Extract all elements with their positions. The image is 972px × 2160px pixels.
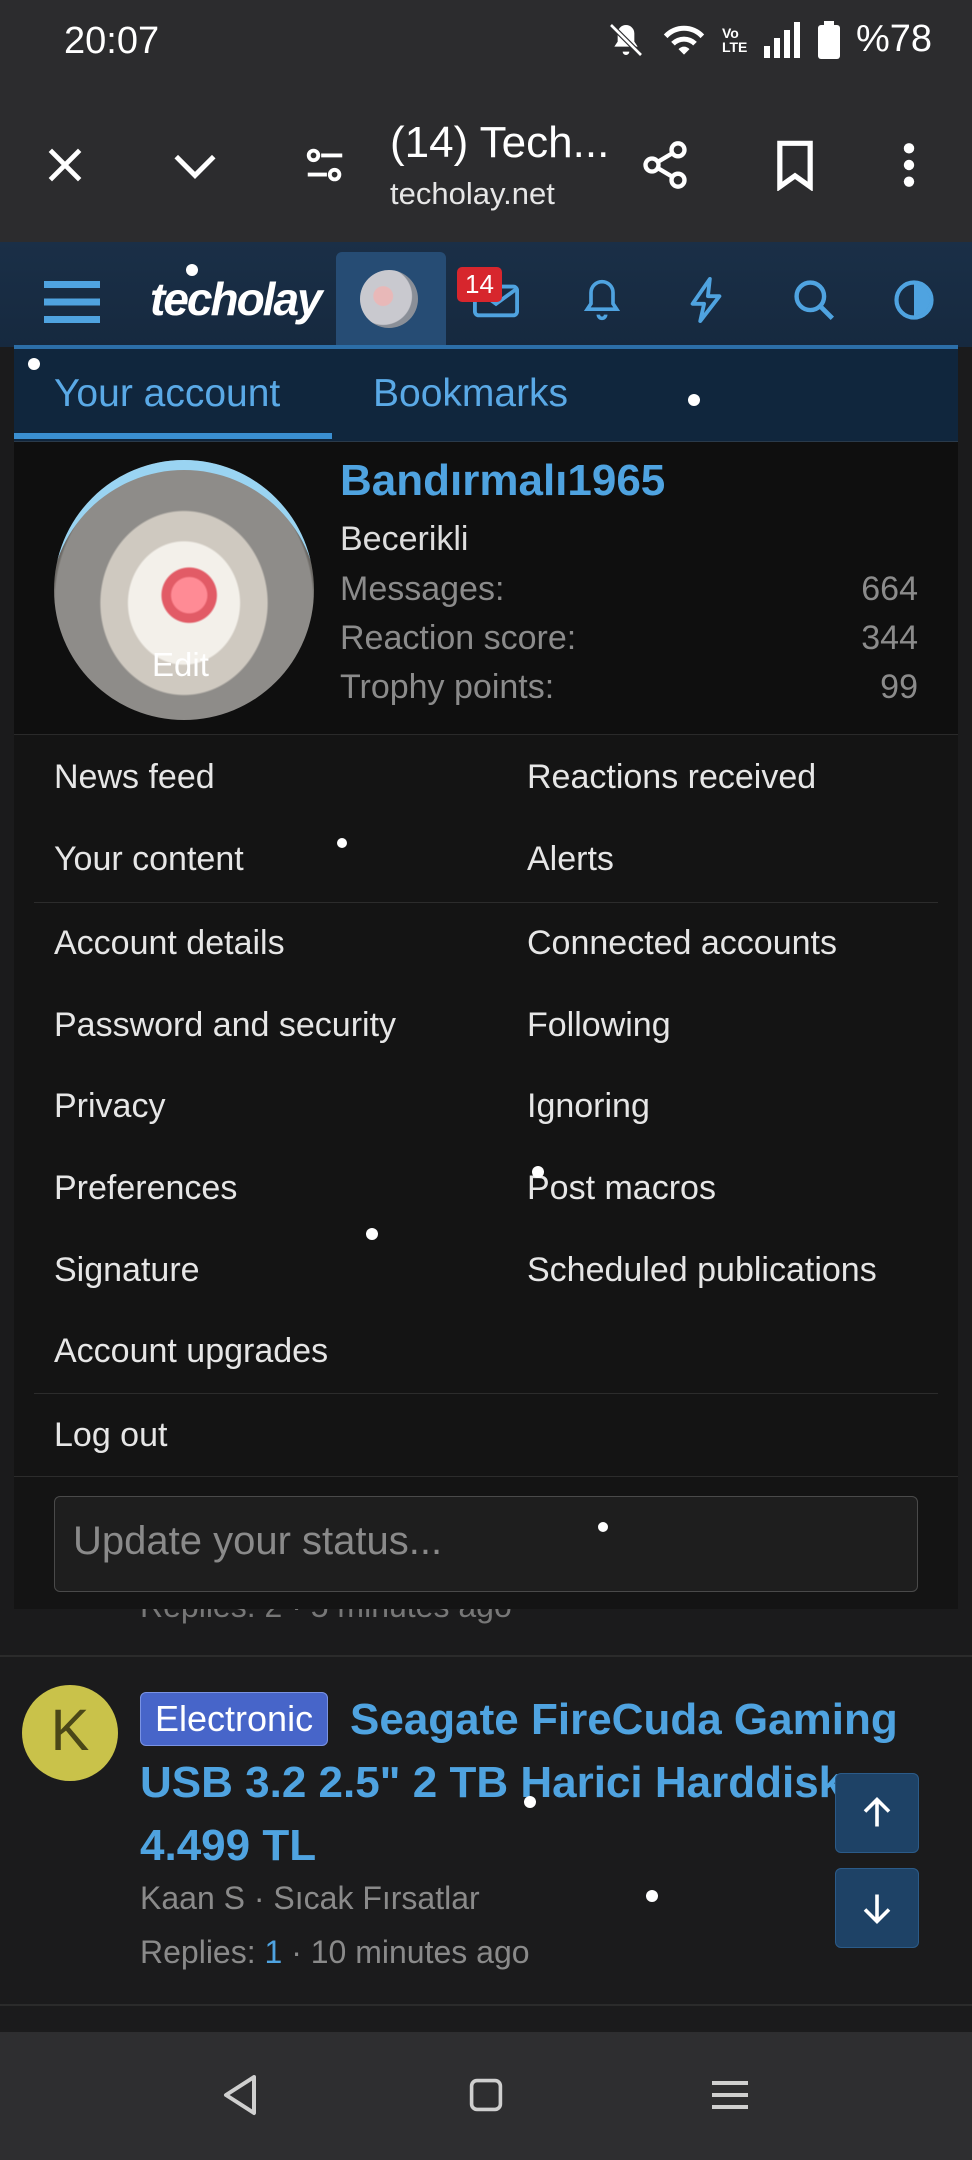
divider <box>34 1393 938 1394</box>
chevron-down-icon[interactable] <box>160 130 230 200</box>
mute-bell-icon <box>609 22 643 57</box>
snow-decoration <box>337 838 347 848</box>
scroll-to-top-button[interactable] <box>835 1773 919 1853</box>
menu-item-account-upgrades[interactable]: Account upgrades <box>54 1332 328 1371</box>
theme-toggle-icon[interactable] <box>886 272 942 328</box>
site-logo[interactable]: techolay <box>150 272 323 326</box>
stat-value: 344 <box>861 619 918 657</box>
replies-count[interactable]: 1 <box>265 1934 283 1970</box>
snow-decoration <box>532 1166 544 1178</box>
stat-label: Trophy points: <box>340 668 555 706</box>
thread-replies-meta: Replies: 1 · 10 minutes ago <box>140 1934 530 1971</box>
stat-label: Messages: <box>340 570 505 608</box>
status-placeholder: Update your status... <box>73 1519 443 1563</box>
bookmark-icon[interactable] <box>760 130 830 200</box>
menu-item-signature[interactable]: Signature <box>54 1251 200 1290</box>
avatar[interactable] <box>360 270 418 328</box>
arrow-up-icon <box>863 1796 891 1827</box>
menu-item-reactions-received[interactable]: Reactions received <box>527 758 816 797</box>
site-settings-icon[interactable] <box>290 130 360 200</box>
back-icon[interactable] <box>210 2070 270 2120</box>
network-type: Vo LTE <box>721 24 748 55</box>
logout-link[interactable]: Log out <box>54 1416 167 1455</box>
avatar-letter: K <box>50 1698 90 1763</box>
hamburger-menu-icon[interactable] <box>44 274 100 330</box>
menu-item-post-macros[interactable]: Post macros <box>527 1169 716 1208</box>
thread-author-avatar[interactable]: K <box>22 1685 118 1781</box>
status-indicators: Vo LTE %78 <box>606 18 932 61</box>
menu-item-account-details[interactable]: Account details <box>54 924 285 963</box>
menu-item-alerts[interactable]: Alerts <box>527 840 614 879</box>
url-text[interactable]: techolay.net <box>390 176 555 212</box>
menu-item-following[interactable]: Following <box>527 1006 671 1045</box>
active-tab-indicator <box>14 433 332 439</box>
menu-item-password-security[interactable]: Password and security <box>54 1006 396 1045</box>
close-tab-icon[interactable] <box>30 130 100 200</box>
menu-item-ignoring[interactable]: Ignoring <box>527 1087 650 1126</box>
divider <box>0 1655 972 1657</box>
snow-decoration <box>28 358 40 370</box>
thread-author-forum[interactable]: Kaan S · Sıcak Fırsatlar <box>140 1880 480 1917</box>
battery-level: %78 <box>855 18 932 60</box>
tab-your-account[interactable]: Your account <box>54 372 280 416</box>
status-update-input[interactable]: Update your status... <box>54 1496 918 1592</box>
snow-decoration <box>646 1890 658 1902</box>
user-title: Becerikli <box>340 520 469 558</box>
thread-time: · 10 minutes ago <box>291 1934 530 1970</box>
snow-decoration <box>598 1522 608 1532</box>
snow-decoration <box>366 1228 378 1240</box>
stat-label: Reaction score: <box>340 619 577 657</box>
whats-new-bolt-icon[interactable] <box>678 272 734 328</box>
battery-icon <box>817 20 840 59</box>
arrow-down-icon <box>863 1894 891 1925</box>
signal-icon <box>763 21 800 58</box>
profile-username[interactable]: Bandırmalı1965 <box>340 456 665 506</box>
avatar-edit-link[interactable]: Edit <box>152 646 209 684</box>
stat-value: 664 <box>861 570 918 608</box>
snow-decoration <box>688 394 700 406</box>
divider <box>0 2004 972 2006</box>
thread-prefix-tag[interactable]: Electronic <box>140 1692 329 1746</box>
scroll-to-bottom-button[interactable] <box>835 1868 919 1948</box>
menu-item-preferences[interactable]: Preferences <box>54 1169 237 1208</box>
inbox-badge: 14 <box>457 267 502 302</box>
snow-decoration <box>186 264 198 276</box>
tab-bookmarks[interactable]: Bookmarks <box>373 372 568 416</box>
home-icon[interactable] <box>456 2070 516 2120</box>
status-time: 20:07 <box>64 20 160 62</box>
divider <box>14 1476 958 1477</box>
recents-menu-icon[interactable] <box>700 2070 760 2120</box>
alerts-bell-icon[interactable] <box>574 272 630 328</box>
search-icon[interactable] <box>786 272 842 328</box>
menu-item-privacy[interactable]: Privacy <box>54 1087 165 1126</box>
menu-item-connected-accounts[interactable]: Connected accounts <box>527 924 837 963</box>
more-options-icon[interactable] <box>874 130 944 200</box>
snow-decoration <box>524 1796 536 1808</box>
divider <box>34 902 938 903</box>
replies-label: Replies: <box>140 1934 256 1970</box>
menu-item-scheduled-publications[interactable]: Scheduled publications <box>527 1251 877 1290</box>
wifi-icon <box>663 25 705 55</box>
share-icon[interactable] <box>630 130 700 200</box>
tab-title[interactable]: (14) Tech... <box>390 118 609 168</box>
menu-item-your-content[interactable]: Your content <box>54 840 244 879</box>
menu-item-news-feed[interactable]: News feed <box>54 758 215 797</box>
stat-value: 99 <box>880 668 918 706</box>
